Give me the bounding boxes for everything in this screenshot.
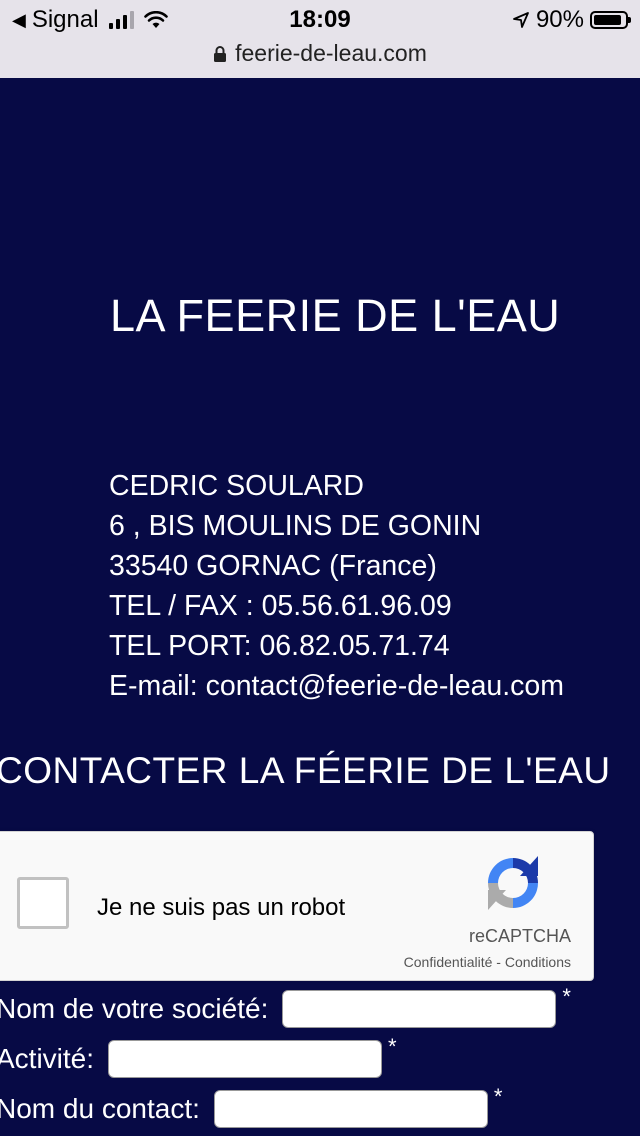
company-name-label: Nom de votre société: xyxy=(0,993,269,1024)
url-domain[interactable]: feerie-de-leau.com xyxy=(235,40,427,67)
address-line-tel-fax: TEL / FAX : 05.56.61.96.09 xyxy=(109,590,452,622)
contact-name-row: Nom du contact: * xyxy=(0,1084,502,1128)
contact-name-label: Nom du contact: xyxy=(0,1093,200,1124)
address-line-city: 33540 GORNAC (France) xyxy=(109,550,437,582)
recaptcha-widget: Je ne suis pas un robot reCAPTCHA Confid… xyxy=(0,831,594,981)
address-line-email[interactable]: E-mail: contact@feerie-de-leau.com xyxy=(109,666,564,706)
contact-heading: CONTACTER LA FÉERIE DE L'EAU xyxy=(0,750,611,791)
site-title: LA FEERIE DE L'EAU xyxy=(110,290,561,341)
address-line-mobile: TEL PORT: 06.82.05.71.74 xyxy=(109,630,450,662)
contact-name-input[interactable] xyxy=(213,1090,488,1128)
required-marker: * xyxy=(493,1084,503,1109)
recaptcha-checkbox[interactable] xyxy=(17,877,69,929)
status-right: 90% xyxy=(512,6,631,34)
activity-row: Activité: * xyxy=(0,1034,397,1078)
required-marker: * xyxy=(388,1034,397,1059)
recaptcha-label: Je ne suis pas un robot xyxy=(97,894,346,921)
company-name-input[interactable] xyxy=(282,990,557,1028)
recaptcha-privacy-link[interactable]: Confidentialité xyxy=(404,954,493,970)
address-block: CEDRIC SOULARD 6 , BIS MOULINS DE GONIN … xyxy=(109,466,564,706)
status-bar: ◀ Signal 18:09 90% feerie-de-leau.com xyxy=(0,0,640,78)
recaptcha-separator: - xyxy=(496,954,501,970)
location-arrow-icon xyxy=(513,12,529,28)
recaptcha-logo-icon xyxy=(488,856,538,910)
activity-label: Activité: xyxy=(0,1043,95,1074)
address-bar[interactable]: feerie-de-leau.com xyxy=(0,40,640,67)
lock-icon xyxy=(214,45,227,62)
battery-percent: 90% xyxy=(535,6,584,33)
recaptcha-brand: reCAPTCHA xyxy=(468,926,571,946)
recaptcha-terms-link[interactable]: Conditions xyxy=(505,954,571,970)
battery-fill xyxy=(594,15,621,25)
company-name-row: Nom de votre société: * xyxy=(0,984,571,1028)
activity-input[interactable] xyxy=(108,1040,383,1078)
address-line-name: CEDRIC SOULARD xyxy=(109,470,364,502)
required-marker: * xyxy=(562,984,571,1009)
battery-icon xyxy=(590,11,631,29)
recaptcha-links: Confidentialité - Conditions xyxy=(404,954,571,970)
address-line-street: 6 , BIS MOULINS DE GONIN xyxy=(109,510,482,542)
